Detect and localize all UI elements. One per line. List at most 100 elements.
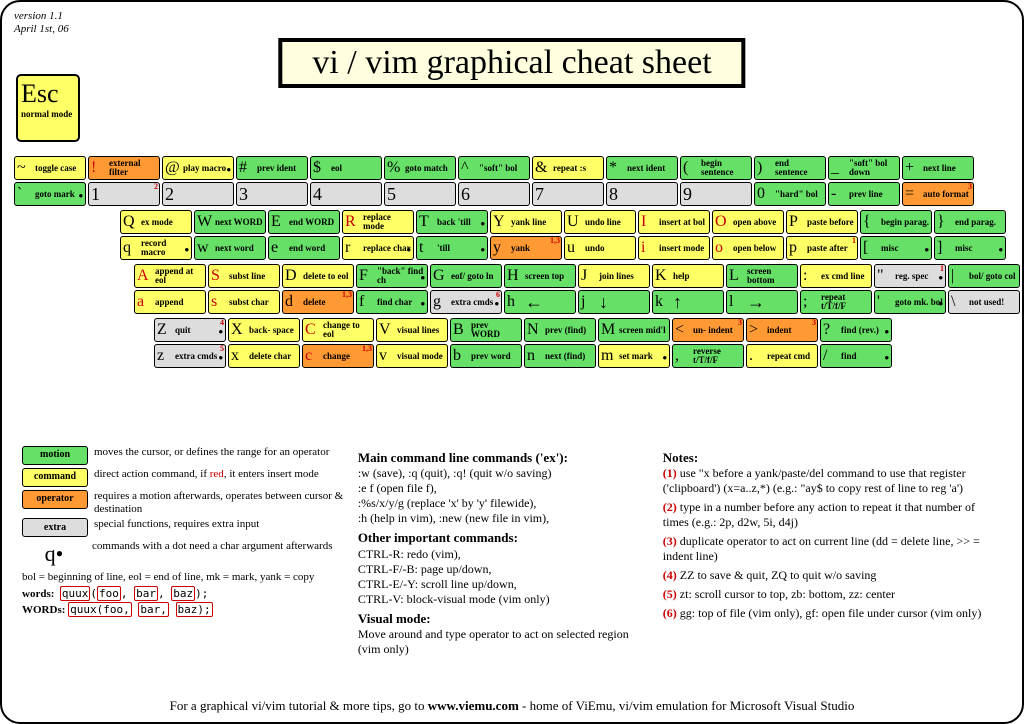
key-;: ;repeat t/T/f/F	[800, 290, 872, 314]
key-q: qrecord macro•	[120, 236, 192, 260]
key-i: iinsert mode	[638, 236, 710, 260]
key-_: _"soft" bol down	[828, 156, 900, 180]
key-v: vvisual mode	[376, 344, 448, 368]
key-/: /find•	[820, 344, 892, 368]
legend-operator: operatorrequires a motion afterwards, op…	[22, 490, 346, 515]
key-6: 6	[458, 182, 530, 206]
key-j: j↓	[578, 290, 650, 314]
key-X: Xback- space	[228, 318, 300, 342]
key-w: wnext word	[194, 236, 266, 260]
key-e: eend word	[268, 236, 340, 260]
key-W: Wnext WORD	[194, 210, 266, 234]
key-D: Ddelete to eol	[282, 264, 354, 288]
key-2: 2	[162, 182, 234, 206]
key-~: ~toggle case	[14, 156, 86, 180]
key-F: F"back" find ch•	[356, 264, 428, 288]
key-k: k↑	[652, 290, 724, 314]
page-title: vi / vim graphical cheat sheet	[278, 38, 745, 88]
key-K: Khelp	[652, 264, 724, 288]
key-L: Lscreen bottom	[726, 264, 798, 288]
key-M: Mscreen mid'l	[598, 318, 670, 342]
key-]: ]misc•	[934, 236, 1006, 260]
key-S: Ssubst line	[208, 264, 280, 288]
key-!: !external filter	[88, 156, 160, 180]
key-3: 3	[236, 182, 308, 206]
key-9: 9	[680, 182, 752, 206]
key-@: @play macro•	[162, 156, 234, 180]
key-$: $eol	[310, 156, 382, 180]
key-=: =auto format3	[902, 182, 974, 206]
key-m: mset mark•	[598, 344, 670, 368]
legend-command: commanddirect action command, if red, it…	[22, 468, 346, 487]
key-a: aappend	[134, 290, 206, 314]
key-&: &repeat :s	[532, 156, 604, 180]
key-\: \not used!	[948, 290, 1020, 314]
key-7: 7	[532, 182, 604, 206]
key-s: ssubst char	[208, 290, 280, 314]
key-+: +next line	[902, 156, 974, 180]
key-O: Oopen above	[712, 210, 784, 234]
key-": "reg. spec•1	[874, 264, 946, 288]
version: version 1.1April 1st, 06	[14, 10, 1010, 36]
key->: >indent3	[746, 318, 818, 342]
key-#: #prev ident	[236, 156, 308, 180]
key-d: ddelete1,3	[282, 290, 354, 314]
key-c: cchange1,3	[302, 344, 374, 368]
key-,: ,reverse t/T/f/F	[672, 344, 744, 368]
key-}: }end parag.	[934, 210, 1006, 234]
keyboard: ~toggle case`goto mark•!external filter1…	[14, 156, 1022, 372]
esc-key: Escnormal mode	[16, 74, 80, 142]
key-N: Nprev (find)	[524, 318, 596, 342]
key-V: Vvisual lines	[376, 318, 448, 342]
key-n: nnext (find)	[524, 344, 596, 368]
key-:: :ex cmd line	[800, 264, 872, 288]
key-[: [misc•	[860, 236, 932, 260]
key-5: 5	[384, 182, 456, 206]
key-): )end sentence	[754, 156, 826, 180]
key-(: (begin sentence	[680, 156, 752, 180]
key-`: `goto mark•	[14, 182, 86, 206]
key-?: ?find (rev.)•	[820, 318, 892, 342]
key-^: ^"soft" bol	[458, 156, 530, 180]
key-Q: Qex mode	[120, 210, 192, 234]
key-z: zextra cmds•5	[154, 344, 226, 368]
key-H: Hscreen top	[504, 264, 576, 288]
key-4: 4	[310, 182, 382, 206]
key-.: .repeat cmd	[746, 344, 818, 368]
key-Y: Yyank line	[490, 210, 562, 234]
legend-motion: motionmoves the cursor, or defines the r…	[22, 446, 346, 465]
key-u: uundo	[564, 236, 636, 260]
key-R: Rreplace mode	[342, 210, 414, 234]
key-J: Jjoin lines	[578, 264, 650, 288]
key-A: Aappend at eol	[134, 264, 206, 288]
key-%: %goto match	[384, 156, 456, 180]
key-t: t'till•	[416, 236, 488, 260]
key-I: Iinsert at bol	[638, 210, 710, 234]
key-': 'goto mk. bol•	[874, 290, 946, 314]
key-{: {begin parag.	[860, 210, 932, 234]
key-U: Uundo line	[564, 210, 636, 234]
key-l: l→	[726, 290, 798, 314]
footer: For a graphical vi/vim tutorial & more t…	[2, 698, 1022, 714]
legend-section: motionmoves the cursor, or defines the r…	[16, 446, 1008, 657]
key-o: oopen below	[712, 236, 784, 260]
key-G: Geof/ goto ln	[430, 264, 502, 288]
key-B: Bprev WORD	[450, 318, 522, 342]
cheat-sheet: version 1.1April 1st, 06 vi / vim graphi…	[0, 0, 1024, 724]
key-E: Eend WORD	[268, 210, 340, 234]
key-1: 12	[88, 182, 160, 206]
legend-extra: extraspecial functions, requires extra i…	[22, 518, 346, 537]
key-T: Tback 'till•	[416, 210, 488, 234]
key-0: 0"hard" bol	[754, 182, 826, 206]
key-b: bprev word	[450, 344, 522, 368]
key-|: |bol/ goto col	[948, 264, 1020, 288]
key-y: yyank1,3	[490, 236, 562, 260]
key-x: xdelete char	[228, 344, 300, 368]
key-Z: Zquit•4	[154, 318, 226, 342]
key-f: ffind char•	[356, 290, 428, 314]
key-P: Ppaste before	[786, 210, 858, 234]
key-C: Cchange to eol	[302, 318, 374, 342]
key-h: h←	[504, 290, 576, 314]
key-*: *next ident	[606, 156, 678, 180]
key-r: rreplace char•	[342, 236, 414, 260]
